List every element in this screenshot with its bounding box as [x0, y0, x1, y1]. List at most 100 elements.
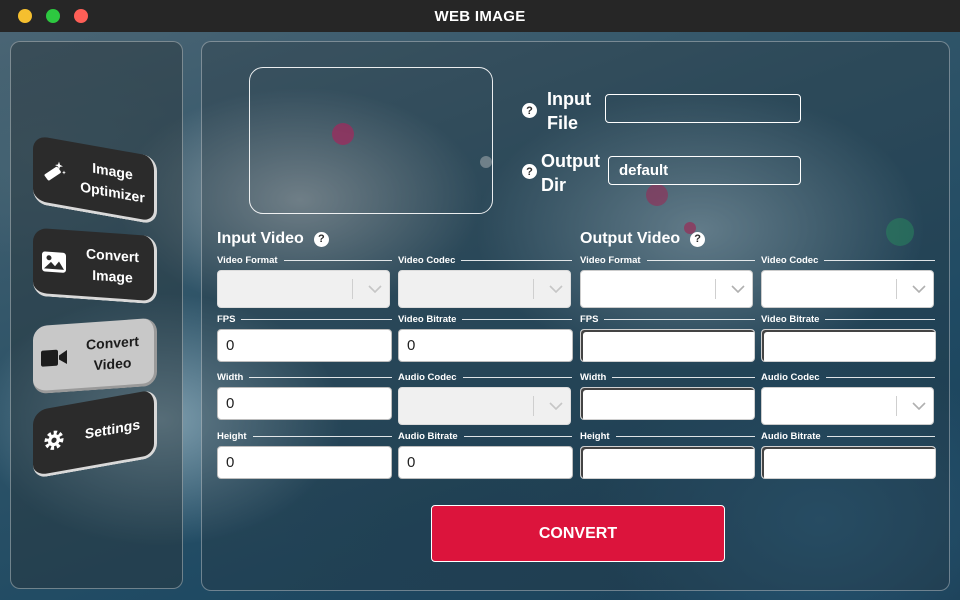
field-label-text: Width [580, 372, 607, 383]
divider [646, 260, 755, 261]
output-audio-codec-select[interactable] [761, 387, 934, 425]
field-label-text: FPS [217, 314, 236, 325]
select-separator [896, 396, 897, 416]
select-separator [896, 279, 897, 299]
output-height-field[interactable] [580, 446, 755, 479]
divider [462, 319, 572, 320]
select-separator [533, 396, 534, 416]
minimize-button[interactable] [18, 9, 32, 23]
input-audio-codec-select[interactable] [398, 387, 571, 425]
field-label-text: Audio Bitrate [761, 431, 821, 442]
sidebar-item-settings[interactable]: Settings [33, 389, 157, 479]
maximize-button[interactable] [46, 9, 60, 23]
close-button[interactable] [74, 9, 88, 23]
output-video-format-label: Video Format [580, 255, 755, 266]
input-video-bitrate-field[interactable]: 0 [398, 329, 573, 362]
output-height-label: Height [580, 431, 755, 442]
divider [283, 260, 392, 261]
divider [241, 319, 392, 320]
field-label-text: Video Bitrate [761, 314, 820, 325]
output-width-label: Width [580, 372, 755, 383]
field-label-text: FPS [580, 314, 599, 325]
divider [824, 260, 935, 261]
sidebar-item-label: Convert Video [86, 332, 139, 373]
output-video-format-select[interactable] [580, 270, 753, 308]
sidebar-item-convert-image[interactable]: Convert Image [33, 227, 157, 305]
output-dir-label: Output Dir [541, 151, 600, 195]
input-video-format-select[interactable] [217, 270, 390, 308]
chevron-down-icon [542, 387, 570, 425]
chevron-down-icon [905, 270, 933, 308]
input-video-codec-label: Video Codec [398, 255, 572, 266]
sidebar-item-image-optimizer[interactable]: Image Optimizer [33, 135, 157, 225]
input-audio-bitrate-field[interactable]: 0 [398, 446, 573, 479]
divider [604, 319, 755, 320]
chevron-down-icon [542, 270, 570, 308]
output-dir-help-icon[interactable]: ? [522, 164, 537, 179]
divider [249, 377, 392, 378]
sidebar-item-convert-video[interactable]: Convert Video [33, 317, 157, 395]
field-label-text: Audio Bitrate [398, 431, 458, 442]
output-video-codec-select[interactable] [761, 270, 934, 308]
output-width-field[interactable] [580, 387, 755, 420]
divider [463, 436, 572, 437]
divider [462, 377, 572, 378]
input-height-field[interactable]: 0 [217, 446, 392, 479]
field-label-text: Height [580, 431, 610, 442]
input-video-help-icon[interactable]: ? [313, 231, 329, 247]
window-controls [18, 9, 88, 23]
gear-icon [40, 423, 68, 456]
input-width-label: Width [217, 372, 392, 383]
input-video-codec-select[interactable] [398, 270, 571, 308]
divider [612, 377, 755, 378]
convert-button[interactable]: CONVERT [431, 505, 725, 562]
input-file-field[interactable] [605, 94, 801, 123]
input-audio-bitrate-label: Audio Bitrate [398, 431, 572, 442]
sidebar-item-label: Settings [84, 416, 141, 442]
field-label-text: Height [217, 431, 247, 442]
window-title: WEB IMAGE [434, 7, 526, 25]
input-fps-field[interactable]: 0 [217, 329, 392, 362]
chevron-down-icon [905, 387, 933, 425]
output-audio-bitrate-field[interactable] [761, 446, 936, 479]
sidebar-item-label: Convert Image [86, 244, 139, 286]
input-video-title-text: Input Video [217, 230, 304, 247]
input-file-help-icon[interactable]: ? [522, 103, 537, 118]
divider [825, 377, 935, 378]
field-label-text: Audio Codec [761, 372, 820, 383]
input-width-field[interactable]: 0 [217, 387, 392, 420]
field-label-text: Video Format [217, 255, 278, 266]
output-video-title: Output Video ? [580, 230, 706, 248]
field-label-text: Video Codec [398, 255, 456, 266]
select-separator [533, 279, 534, 299]
video-camera-icon [40, 342, 68, 372]
field-label-text: Width [217, 372, 244, 383]
sidebar-item-label: Image Optimizer [80, 159, 145, 206]
input-fps-label: FPS [217, 314, 392, 325]
divider [615, 436, 755, 437]
field-label-text: Video Format [580, 255, 641, 266]
output-dir-field[interactable] [608, 156, 801, 185]
output-audio-codec-label: Audio Codec [761, 372, 935, 383]
input-video-bitrate-label: Video Bitrate [398, 314, 572, 325]
output-video-bitrate-label: Video Bitrate [761, 314, 935, 325]
magic-wand-icon [40, 155, 68, 188]
input-height-label: Height [217, 431, 392, 442]
output-audio-bitrate-label: Audio Bitrate [761, 431, 935, 442]
field-label-text: Video Bitrate [398, 314, 457, 325]
output-fps-label: FPS [580, 314, 755, 325]
field-label-text: Audio Codec [398, 372, 457, 383]
output-video-help-icon[interactable]: ? [690, 231, 706, 247]
divider [461, 260, 572, 261]
chevron-down-icon [724, 270, 752, 308]
output-fps-field[interactable] [580, 329, 755, 362]
video-preview [249, 67, 493, 214]
title-bar: WEB IMAGE [0, 0, 960, 32]
divider [825, 319, 935, 320]
field-label-text: Video Codec [761, 255, 819, 266]
output-video-bitrate-field[interactable] [761, 329, 936, 362]
sidebar: Image Optimizer Convert Image Convert Vi… [10, 41, 183, 589]
input-video-format-label: Video Format [217, 255, 392, 266]
output-video-codec-label: Video Codec [761, 255, 935, 266]
input-audio-codec-label: Audio Codec [398, 372, 572, 383]
